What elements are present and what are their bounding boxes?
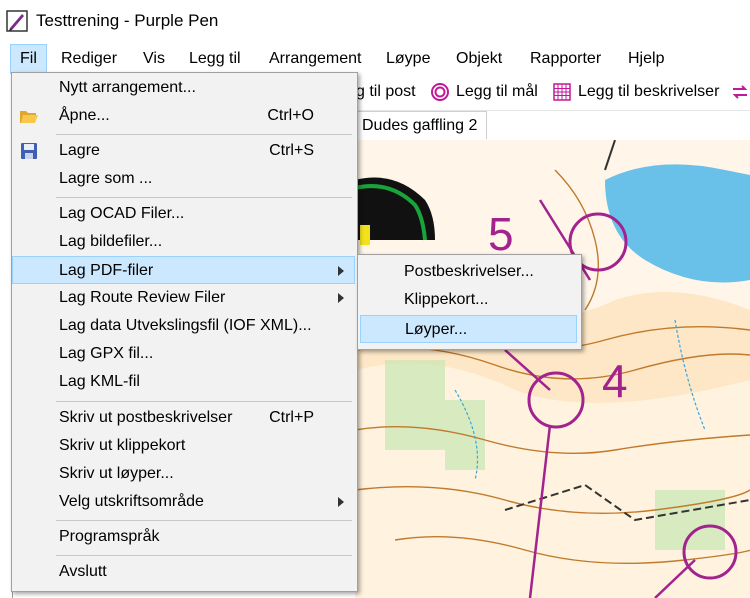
menu-item-label: Velg utskriftsområde [59, 493, 204, 510]
menu-item-label: Lagre [59, 142, 100, 159]
control-number-4: 4 [602, 355, 628, 407]
menu-legg-til[interactable]: Legg til [180, 44, 250, 74]
menu-item-ocad-files[interactable]: Lag OCAD Filer... [13, 200, 354, 228]
menu-item-image-files[interactable]: Lag bildefiler... [13, 228, 354, 256]
menu-item-kml[interactable]: Lag KML-fil [13, 368, 354, 396]
menu-item-iof-xml[interactable]: Lag data Utvekslingsfil (IOF XML)... [13, 312, 354, 340]
add-descriptions-button[interactable]: Legg til beskrivelser [578, 74, 719, 110]
menu-rapporter[interactable]: Rapporter [521, 44, 610, 74]
submenu-item-punchcards[interactable]: Klippekort... [360, 286, 577, 314]
menu-item-label: Lag Route Review Filer [59, 289, 226, 306]
menu-objekt[interactable]: Objekt [447, 44, 511, 74]
menu-item-label: Skriv ut løyper... [59, 465, 174, 482]
menu-item-label: Lag GPX fil... [59, 345, 154, 362]
control-number-5: 5 [488, 208, 514, 260]
menu-item-label: Lag PDF-filer [59, 262, 154, 279]
menu-item-pdf-files[interactable]: Lag PDF-filer [12, 256, 355, 284]
menu-hjelp[interactable]: Hjelp [619, 44, 673, 74]
menu-item-save[interactable]: Lagre Ctrl+S [13, 137, 354, 165]
menu-item-label: Lag data Utvekslingsfil (IOF XML)... [59, 317, 312, 334]
menu-item-label: Nytt arrangement... [59, 79, 196, 96]
menu-item-new-event[interactable]: Nytt arrangement... [13, 74, 354, 102]
menu-separator [56, 520, 352, 521]
submenu-arrow-icon [338, 266, 344, 276]
menu-item-shortcut: Ctrl+P [269, 409, 314, 426]
add-finish-button[interactable]: Legg til mål [456, 74, 538, 110]
folder-open-icon [20, 111, 38, 123]
swap-icon[interactable] [730, 82, 750, 102]
menu-item-label: Lag KML-fil [59, 373, 140, 390]
menu-item-route-review[interactable]: Lag Route Review Filer [13, 284, 354, 312]
menu-item-label: Lagre som ... [59, 170, 153, 187]
menu-item-label: Åpne... [59, 107, 110, 124]
menu-separator [56, 197, 352, 198]
menu-item-label: Skriv ut klippekort [59, 437, 186, 454]
submenu-item-courses[interactable]: Løyper... [360, 315, 577, 343]
menu-item-save-as[interactable]: Lagre som ... [13, 165, 354, 193]
title-bar: Testtrening - Purple Pen [0, 0, 750, 44]
menu-vis[interactable]: Vis [134, 44, 174, 74]
menu-item-print-descriptions[interactable]: Skriv ut postbeskrivelser Ctrl+P [13, 404, 354, 432]
menu-item-print-area[interactable]: Velg utskriftsområde [13, 488, 354, 516]
menu-arrangement[interactable]: Arrangement [260, 44, 371, 74]
menu-separator [56, 134, 352, 135]
orienteering-map: 5 4 [355, 140, 750, 598]
finish-icon[interactable] [430, 82, 450, 102]
tab-course[interactable]: Dudes gaffling 2 [355, 111, 487, 139]
submenu-arrow-icon [338, 293, 344, 303]
window-title: Testtrening - Purple Pen [36, 11, 219, 30]
menu-item-shortcut: Ctrl+S [269, 142, 314, 159]
menu-item-label: Skriv ut postbeskrivelser [59, 409, 233, 426]
menu-item-language[interactable]: Programspråk [13, 523, 354, 551]
submenu-item-descriptions[interactable]: Postbeskrivelser... [360, 258, 577, 286]
menu-loype[interactable]: Løype [377, 44, 439, 74]
menu-item-open[interactable]: Åpne... Ctrl+O [13, 102, 354, 130]
menu-item-print-courses[interactable]: Skriv ut løyper... [13, 460, 354, 488]
menu-item-label: Lag bildefiler... [59, 233, 163, 250]
menu-item-shortcut: Ctrl+O [267, 107, 314, 124]
menu-separator [56, 401, 352, 402]
menu-item-label: Programspråk [59, 528, 160, 545]
description-grid-icon[interactable] [552, 82, 572, 102]
menu-rediger[interactable]: Rediger [52, 44, 126, 74]
menu-item-label: Lag OCAD Filer... [59, 205, 185, 222]
file-menu-dropdown: Nytt arrangement... Åpne... Ctrl+O Lagre… [11, 72, 358, 592]
menu-bar: Fil Rediger Vis Legg til Arrangement Løy… [0, 44, 750, 74]
add-control-button[interactable]: g til post [356, 74, 416, 110]
menu-separator [56, 555, 352, 556]
save-icon [21, 143, 37, 159]
menu-item-print-punchcards[interactable]: Skriv ut klippekort [13, 432, 354, 460]
map-view[interactable]: 5 4 [355, 140, 750, 598]
menu-fil[interactable]: Fil [10, 44, 47, 74]
menu-item-label: Avslutt [59, 563, 107, 580]
menu-item-exit[interactable]: Avslutt [13, 558, 354, 586]
pdf-submenu: Postbeskrivelser... Klippekort... Løyper… [357, 254, 582, 350]
purple-pen-icon [6, 10, 28, 32]
submenu-arrow-icon [338, 497, 344, 507]
menu-item-gpx[interactable]: Lag GPX fil... [13, 340, 354, 368]
